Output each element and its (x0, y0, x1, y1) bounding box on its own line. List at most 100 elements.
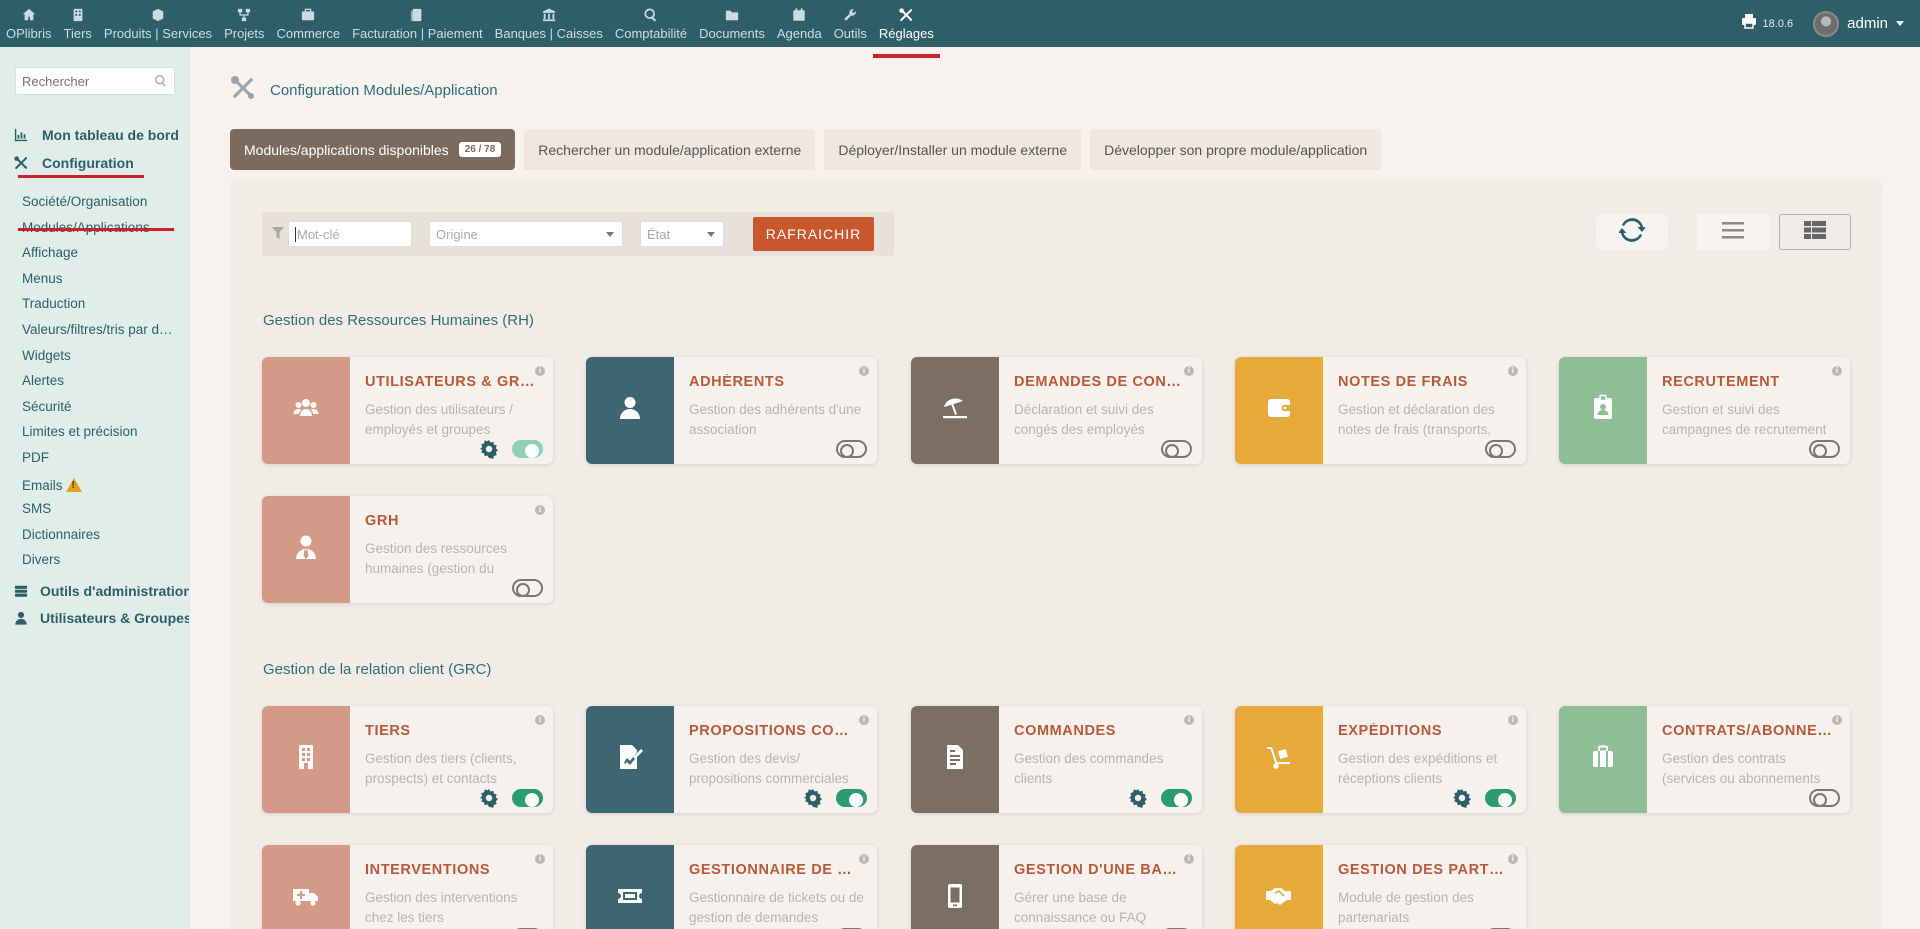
module-card[interactable]: DEMANDES DE CONGÉS Déclaration et suivi d… (911, 357, 1202, 464)
module-icon-box (586, 845, 674, 929)
sidebar-subitem[interactable]: Menus (22, 271, 177, 286)
gear-icon[interactable] (479, 439, 499, 459)
info-icon[interactable]: i (535, 854, 545, 864)
sidebar-subitem[interactable]: Affichage (22, 245, 177, 260)
module-card[interactable]: COMMANDES Gestion des commandes clients i (911, 706, 1202, 813)
info-icon[interactable]: i (859, 715, 869, 725)
sidebar-subitem[interactable]: Divers (22, 552, 177, 567)
sidebar-item-users-groups[interactable]: Utilisateurs & Groupes (14, 610, 189, 626)
sidebar-subitem[interactable]: Sécurité (22, 399, 177, 414)
module-toggle[interactable] (1809, 440, 1840, 458)
nav-item-réglages[interactable]: Réglages (872, 0, 940, 58)
module-toggle[interactable] (1161, 789, 1192, 807)
module-toggle[interactable] (512, 440, 543, 458)
chevron-down-icon[interactable] (1896, 21, 1904, 26)
sidebar-subitem[interactable]: Widgets (22, 348, 177, 363)
module-toggle[interactable] (1161, 440, 1192, 458)
top-right-area: 18.0.6 admin (1741, 0, 1904, 47)
module-card[interactable]: NOTES DE FRAIS Gestion et déclaration des… (1235, 357, 1526, 464)
info-icon[interactable]: i (1184, 366, 1194, 376)
tab-search-external[interactable]: Rechercher un module/application externe (524, 129, 816, 170)
nav-item-tiers[interactable]: Tiers (58, 0, 98, 47)
suitcase-icon (1589, 743, 1617, 776)
info-icon[interactable]: i (535, 505, 545, 515)
module-card[interactable]: ADHÉRENTS Gestion des adhérents d'une ass… (586, 357, 877, 464)
info-icon[interactable]: i (1832, 366, 1842, 376)
module-card[interactable]: CONTRATS/ABONNEMENTS Gestion des contrats… (1559, 706, 1850, 813)
sidebar-subitem[interactable]: Dictionnaires (22, 527, 177, 542)
module-toggle[interactable] (1485, 440, 1516, 458)
info-icon[interactable]: i (1184, 854, 1194, 864)
nav-item-outils[interactable]: Outils (828, 0, 873, 47)
info-icon[interactable]: i (1508, 366, 1518, 376)
sidebar-subitem[interactable]: Société/Organisation (22, 194, 177, 209)
module-card[interactable]: RECRUTEMENT Gestion et suivi des campagne… (1559, 357, 1850, 464)
module-card[interactable]: PROPOSITIONS COMMERCIALES Gestion des dev… (586, 706, 877, 813)
sidebar-subitem[interactable]: Valeurs/filtres/tris par défaut (22, 322, 177, 337)
refresh-list-button[interactable] (1596, 214, 1668, 250)
nav-item-agenda[interactable]: Agenda (771, 0, 828, 47)
module-card[interactable]: TIERS Gestion des tiers (clients, prospec… (262, 706, 553, 813)
module-card[interactable]: EXPÉDITIONS Gestion des expéditions et ré… (1235, 706, 1526, 813)
tab-deploy-external[interactable]: Déployer/Installer un module externe (824, 129, 1082, 170)
info-icon[interactable]: i (1508, 715, 1518, 725)
info-icon[interactable]: i (859, 366, 869, 376)
gear-icon[interactable] (479, 788, 499, 808)
tab-develop-module[interactable]: Développer son propre module/application (1090, 129, 1382, 170)
nav-item-comptabilité[interactable]: Comptabilité (609, 0, 693, 47)
user-name[interactable]: admin (1847, 15, 1888, 32)
info-icon[interactable]: i (535, 366, 545, 376)
nav-item-commerce[interactable]: Commerce (271, 0, 347, 47)
refresh-button[interactable]: RAFRAICHIR (753, 217, 874, 251)
nav-item-projets[interactable]: Projets (218, 0, 270, 47)
module-card[interactable]: UTILISATEURS & GROUPES Gestion des utilis… (262, 357, 553, 464)
sidebar-item-admin-tools[interactable]: Outils d'administration (14, 583, 189, 599)
sidebar-subitem[interactable]: PDF (22, 450, 177, 465)
nav-item-facturation-paiement[interactable]: Facturation | Paiement (346, 0, 489, 47)
module-card[interactable]: GESTION DES PARTENARIATS Module de gestio… (1235, 845, 1526, 929)
tab-label: Modules/applications disponibles (244, 141, 449, 158)
info-icon[interactable]: i (1184, 715, 1194, 725)
sidebar-subitem[interactable]: Traduction (22, 296, 177, 311)
sidebar-item-configuration[interactable]: Configuration (14, 155, 134, 171)
module-card[interactable]: GRH Gestion des ressources humaines (gest… (262, 496, 553, 603)
module-toggle[interactable] (1809, 789, 1840, 807)
active-underline (18, 175, 144, 178)
section-title-hr: Gestion des Ressources Humaines (RH) (263, 312, 534, 329)
search-icon[interactable] (154, 74, 168, 88)
module-toggle[interactable] (836, 789, 867, 807)
nav-item-documents[interactable]: Documents (693, 0, 771, 47)
gear-icon[interactable] (1452, 788, 1472, 808)
sidebar-subitem[interactable]: Alertes (22, 373, 177, 388)
module-card[interactable]: GESTIONNAIRE DE TICKETS Gestionnaire de t… (586, 845, 877, 929)
info-icon[interactable]: i (535, 715, 545, 725)
module-card[interactable]: INTERVENTIONS Gestion des interventions c… (262, 845, 553, 929)
info-icon[interactable]: i (1508, 854, 1518, 864)
gear-icon[interactable] (803, 788, 823, 808)
info-icon[interactable]: i (1832, 715, 1842, 725)
list-view-button[interactable] (1697, 214, 1769, 250)
origin-select[interactable]: Origine (429, 221, 623, 247)
module-toggle[interactable] (836, 440, 867, 458)
sidebar-subitem[interactable]: SMS (22, 501, 177, 516)
module-card[interactable]: GESTION D'UNE BASE DE CONNAISSANCES Gérer… (911, 845, 1202, 929)
tab-available-modules[interactable]: Modules/applications disponibles 26 / 78 (230, 129, 516, 170)
sidebar-subitem[interactable]: Emails (22, 476, 177, 493)
state-select[interactable]: État (640, 221, 724, 247)
nav-item-produits-services[interactable]: Produits | Services (98, 0, 218, 47)
gear-icon[interactable] (1128, 788, 1148, 808)
nav-item-oplibris[interactable]: OPlibris (0, 0, 58, 47)
nav-item-banques-caisses[interactable]: Banques | Caisses (489, 0, 609, 47)
module-toggle[interactable] (512, 579, 543, 597)
search-input[interactable] (16, 68, 141, 94)
grid-view-button[interactable] (1779, 214, 1851, 250)
module-toggle[interactable] (1485, 789, 1516, 807)
module-toggle[interactable] (512, 789, 543, 807)
sidebar-subitem[interactable]: Limites et précision (22, 424, 177, 439)
module-title: GESTIONNAIRE DE TICKETS (689, 862, 859, 878)
print-icon[interactable] (1741, 13, 1757, 34)
info-icon[interactable]: i (859, 854, 869, 864)
sidebar-item-dashboard[interactable]: Mon tableau de bord (14, 127, 179, 143)
avatar[interactable] (1813, 10, 1840, 37)
keyword-input[interactable]: Mot-clé (288, 221, 412, 247)
